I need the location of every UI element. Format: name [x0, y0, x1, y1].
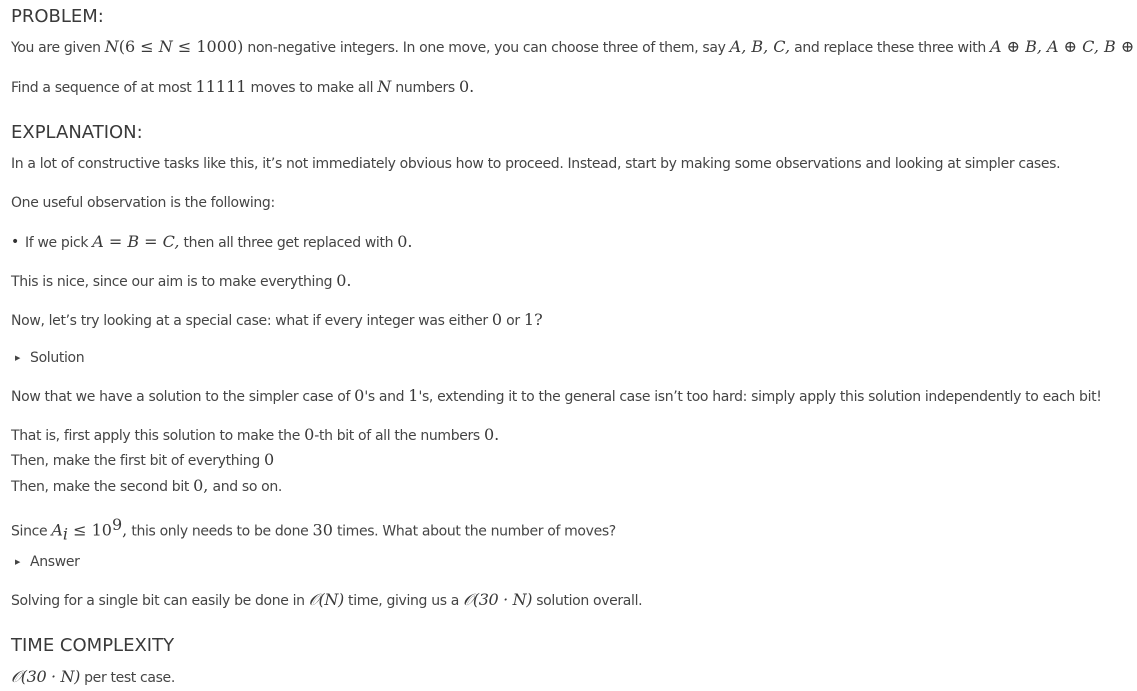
explanation-paragraph-6: That is, first apply this solution to ma… [11, 425, 500, 444]
explanation-paragraph-4: Now, let’s try looking at a special case… [11, 310, 543, 329]
problem-heading: PROBLEM: [11, 6, 104, 27]
bullet-item: • If we pick A = B = C, then all three ge… [11, 232, 413, 251]
disclosure-triangle-icon: ▶ [15, 354, 21, 362]
bullet-dot-icon: • [11, 234, 19, 250]
explanation-paragraph-3: This is nice, since our aim is to make e… [11, 271, 352, 290]
time-complexity-text: 𝒪(30 · N) per test case. [11, 667, 175, 686]
explanation-heading: EXPLANATION: [11, 122, 143, 143]
explanation-paragraph-5: Now that we have a solution to the simpl… [11, 386, 1102, 405]
explanation-paragraph-1: In a lot of constructive tasks like this… [11, 156, 1061, 172]
explanation-paragraph-9: Since Ai ≤ 109, this only needs to be do… [11, 515, 616, 544]
problem-statement-line1: You are given N(6 ≤ N ≤ 1000) non-negati… [11, 37, 1137, 56]
solution-toggle[interactable]: ▶ Solution [15, 348, 85, 368]
answer-toggle[interactable]: ▶ Answer [15, 552, 80, 572]
explanation-paragraph-7: Then, make the first bit of everything 0 [11, 450, 275, 469]
explanation-paragraph-10: Solving for a single bit can easily be d… [11, 590, 643, 609]
problem-statement-line2: Find a sequence of at most 11111 moves t… [11, 77, 475, 96]
disclosure-triangle-icon: ▶ [15, 558, 21, 566]
explanation-paragraph-8: Then, make the second bit 0, and so on. [11, 476, 282, 495]
time-complexity-heading: TIME COMPLEXITY [11, 635, 175, 656]
explanation-paragraph-2: One useful observation is the following: [11, 195, 275, 211]
